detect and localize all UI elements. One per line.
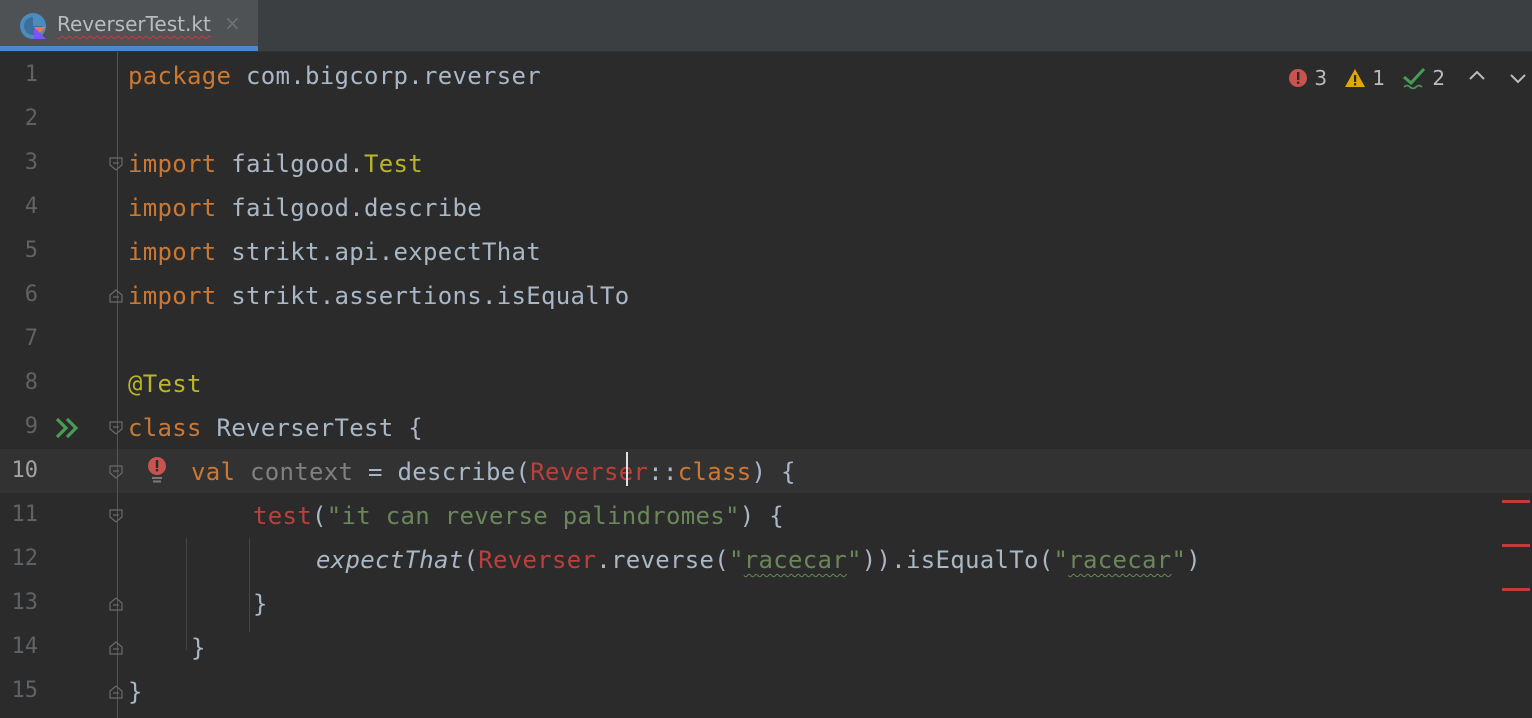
close-icon[interactable]: ×: [224, 11, 241, 35]
code-line[interactable]: 8 @Test: [0, 362, 1532, 406]
code-line[interactable]: 12 expectThat(Reverser.reverse("racecar"…: [0, 538, 1532, 582]
error-stripe-marker[interactable]: [1502, 588, 1530, 591]
code-text: import strikt.api.expectThat: [128, 238, 541, 266]
code-text: }: [253, 590, 268, 618]
code-text: class ReverserTest {: [128, 414, 423, 442]
line-number: 3: [24, 150, 38, 175]
code-text: test("it can reverse palindromes") {: [253, 502, 784, 530]
line-number: 7: [24, 326, 38, 351]
code-editor[interactable]: 3 1 2 1 package com.bigcorp.reverser 2 3…: [0, 52, 1532, 718]
line-number: 12: [11, 546, 39, 571]
line-number: 9: [24, 414, 38, 439]
code-text: import strikt.assertions.isEqualTo: [128, 282, 630, 310]
line-number: 13: [11, 590, 39, 615]
line-number: 15: [11, 678, 39, 703]
code-text: import failgood.Test: [128, 150, 423, 178]
tab-reversertest[interactable]: ReverserTest.kt ×: [0, 0, 258, 51]
fold-start-icon[interactable]: [109, 509, 123, 523]
code-text: expectThat(Reverser.reverse("racecar")).…: [316, 546, 1201, 574]
code-line[interactable]: 15 }: [0, 670, 1532, 714]
code-text: }: [128, 678, 143, 706]
error-stripe-marker[interactable]: [1502, 544, 1530, 547]
code-line[interactable]: 10 val context = describe(Reverser::clas…: [0, 450, 1532, 494]
error-bulb-icon[interactable]: [146, 456, 168, 484]
line-number: 10: [11, 458, 39, 483]
code-text: package com.bigcorp.reverser: [128, 62, 541, 90]
fold-start-icon[interactable]: [109, 157, 123, 171]
code-line[interactable]: 14 }: [0, 626, 1532, 670]
code-line[interactable]: 6 import strikt.assertions.isEqualTo: [0, 274, 1532, 318]
code-line[interactable]: 7: [0, 318, 1532, 362]
tab-active-indicator: [0, 46, 258, 51]
code-line[interactable]: 5 import strikt.api.expectThat: [0, 230, 1532, 274]
fold-start-icon[interactable]: [109, 465, 123, 479]
fold-end-icon[interactable]: [109, 597, 123, 611]
code-line[interactable]: 3 import failgood.Test: [0, 142, 1532, 186]
fold-end-icon[interactable]: [109, 685, 123, 699]
line-number: 4: [24, 194, 38, 219]
run-test-icon[interactable]: [54, 416, 82, 440]
fold-end-icon[interactable]: [109, 289, 123, 303]
line-number: 1: [24, 62, 38, 87]
code-text: val context = describe(Reverser::class) …: [191, 458, 796, 486]
code-line[interactable]: 11 test("it can reverse palindromes") {: [0, 494, 1532, 538]
editor-tab-bar: ReverserTest.kt ×: [0, 0, 1532, 52]
error-stripe-marker[interactable]: [1502, 500, 1530, 503]
code-text: import failgood.describe: [128, 194, 482, 222]
line-number: 6: [24, 282, 38, 307]
line-number: 11: [11, 502, 39, 527]
code-line[interactable]: 1 package com.bigcorp.reverser: [0, 54, 1532, 98]
code-line[interactable]: 4 import failgood.describe: [0, 186, 1532, 230]
code-text: @Test: [128, 370, 202, 398]
text-caret: [626, 452, 628, 486]
tab-title: ReverserTest.kt: [57, 12, 211, 36]
code-line[interactable]: 13 }: [0, 582, 1532, 626]
line-number: 2: [24, 106, 38, 131]
fold-start-icon[interactable]: [109, 421, 123, 435]
line-number: 14: [11, 634, 39, 659]
line-number: 5: [24, 238, 38, 263]
kotlin-file-icon: [20, 13, 46, 39]
code-line[interactable]: 9 class ReverserTest {: [0, 406, 1532, 450]
code-text: }: [191, 634, 206, 662]
code-line[interactable]: 2: [0, 98, 1532, 142]
line-number: 8: [24, 370, 38, 395]
fold-end-icon[interactable]: [109, 641, 123, 655]
